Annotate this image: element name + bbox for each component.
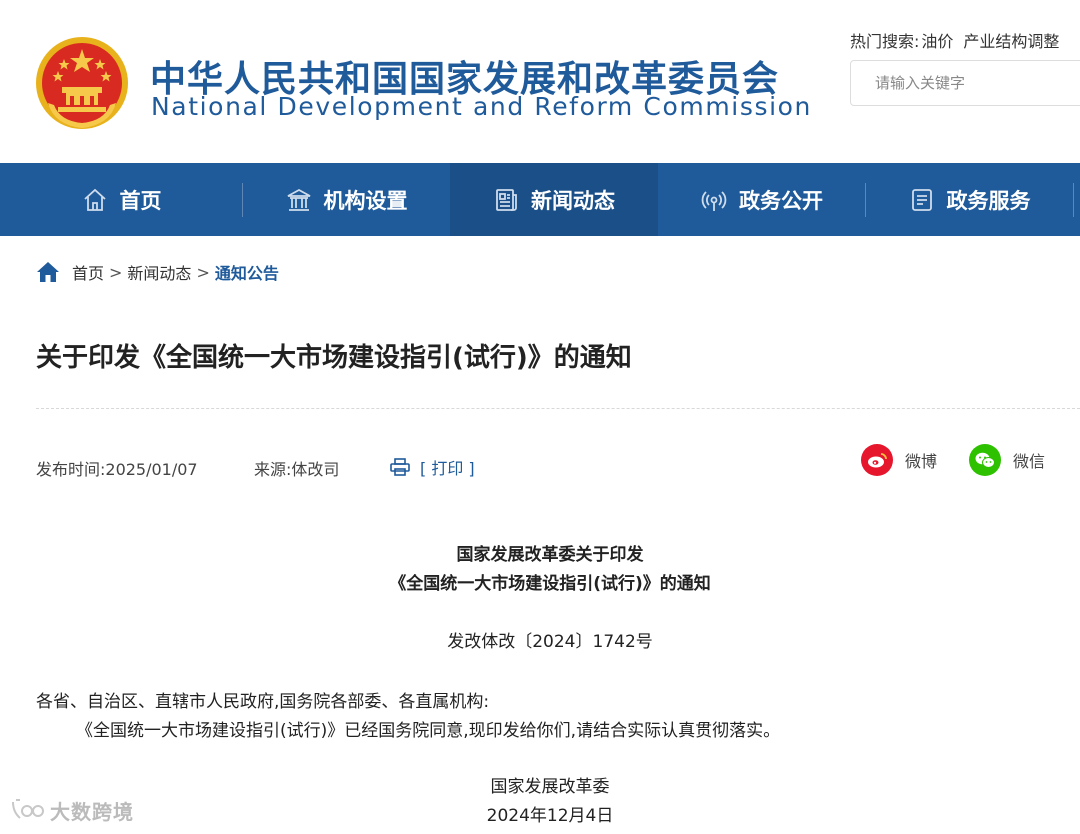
weibo-icon bbox=[861, 444, 893, 476]
breadcrumb-separator: > bbox=[109, 262, 123, 282]
building-icon bbox=[287, 188, 310, 211]
hot-search-label: 热门搜索: bbox=[850, 32, 920, 51]
share-label: 微博 bbox=[905, 452, 938, 471]
breadcrumb-separator: > bbox=[196, 262, 210, 282]
title-divider bbox=[36, 408, 1080, 409]
nav-item-news[interactable]: 新闻动态 bbox=[450, 163, 658, 236]
breadcrumb-home[interactable]: 首页 bbox=[72, 260, 104, 284]
search-input[interactable] bbox=[851, 61, 1075, 105]
site-title-en[interactable]: National Development and Reform Commissi… bbox=[151, 92, 812, 121]
breadcrumb-news[interactable]: 新闻动态 bbox=[127, 260, 191, 284]
publish-time: 发布时间:2025/01/07 bbox=[36, 460, 198, 479]
share-label: 微信 bbox=[1013, 452, 1046, 471]
print-label: [ 打印 ] bbox=[420, 459, 475, 478]
nav-item-home[interactable]: 首页 bbox=[0, 163, 243, 236]
nav-label: 首页 bbox=[119, 188, 162, 213]
nav-label: 机构设置 bbox=[323, 188, 408, 213]
printer-icon bbox=[390, 458, 410, 476]
nav-label: 新闻动态 bbox=[531, 188, 615, 213]
share-weibo[interactable]: 微博 bbox=[861, 444, 937, 476]
nav-label: 政务服务 bbox=[946, 188, 1031, 213]
nav-item-gov-affairs[interactable]: 政务公开 bbox=[658, 163, 866, 236]
share-wechat[interactable]: 微信 bbox=[969, 444, 1045, 476]
breadcrumb-current[interactable]: 通知公告 bbox=[215, 260, 279, 284]
watermark: 大数跨境 bbox=[10, 796, 134, 825]
doc-title-line2: 《全国统一大市场建设指引(试行)》的通知 bbox=[389, 574, 711, 594]
nav-label: 政务公开 bbox=[739, 188, 823, 213]
broadcast-icon bbox=[701, 190, 727, 211]
signature: 国家发展改革委 bbox=[490, 777, 610, 797]
hot-search: 热门搜索: 油价 产业结构调整 bbox=[850, 28, 1069, 52]
site-header: 中华人民共和国国家发展和改革委员会 National Development a… bbox=[0, 0, 1080, 163]
hot-search-item[interactable]: 产业结构调整 bbox=[963, 32, 1059, 51]
watermark-text: 大数跨境 bbox=[50, 800, 134, 824]
news-icon bbox=[496, 188, 517, 211]
home-icon[interactable] bbox=[36, 261, 60, 283]
main-nav: 首页 机构设置 新闻动态 政务公开 政务服务 bbox=[0, 163, 1080, 236]
signature-date: 2024年12月4日 bbox=[486, 806, 614, 826]
service-icon bbox=[911, 188, 932, 211]
addressee: 各省、自治区、直辖市人民政府,国务院各部委、各直属机构: bbox=[36, 692, 490, 712]
hot-search-item[interactable]: 油价 bbox=[921, 32, 953, 51]
page-title: 关于印发《全国统一大市场建设指引(试行)》的通知 bbox=[36, 343, 632, 373]
print-button[interactable]: [ 打印 ] bbox=[390, 455, 475, 479]
nav-item-organization[interactable]: 机构设置 bbox=[243, 163, 450, 236]
search-box bbox=[850, 60, 1080, 106]
article-source: 来源:体改司 bbox=[254, 460, 340, 479]
wechat-icon bbox=[969, 444, 1001, 476]
nav-divider bbox=[1073, 183, 1074, 217]
doc-number: 发改体改〔2024〕1742号 bbox=[447, 632, 653, 652]
body-paragraph: 《全国统一大市场建设指引(试行)》已经国务院同意,现印发给你们,请结合实际认真贯… bbox=[76, 721, 781, 741]
breadcrumb: 首页 > 新闻动态 > 通知公告 bbox=[36, 260, 279, 284]
doc-title-line1: 国家发展改革委关于印发 bbox=[456, 545, 644, 565]
watermark-logo-icon bbox=[12, 798, 44, 819]
home-icon bbox=[83, 188, 106, 211]
nav-item-services[interactable]: 政务服务 bbox=[866, 163, 1073, 236]
national-emblem-icon[interactable] bbox=[34, 33, 130, 133]
